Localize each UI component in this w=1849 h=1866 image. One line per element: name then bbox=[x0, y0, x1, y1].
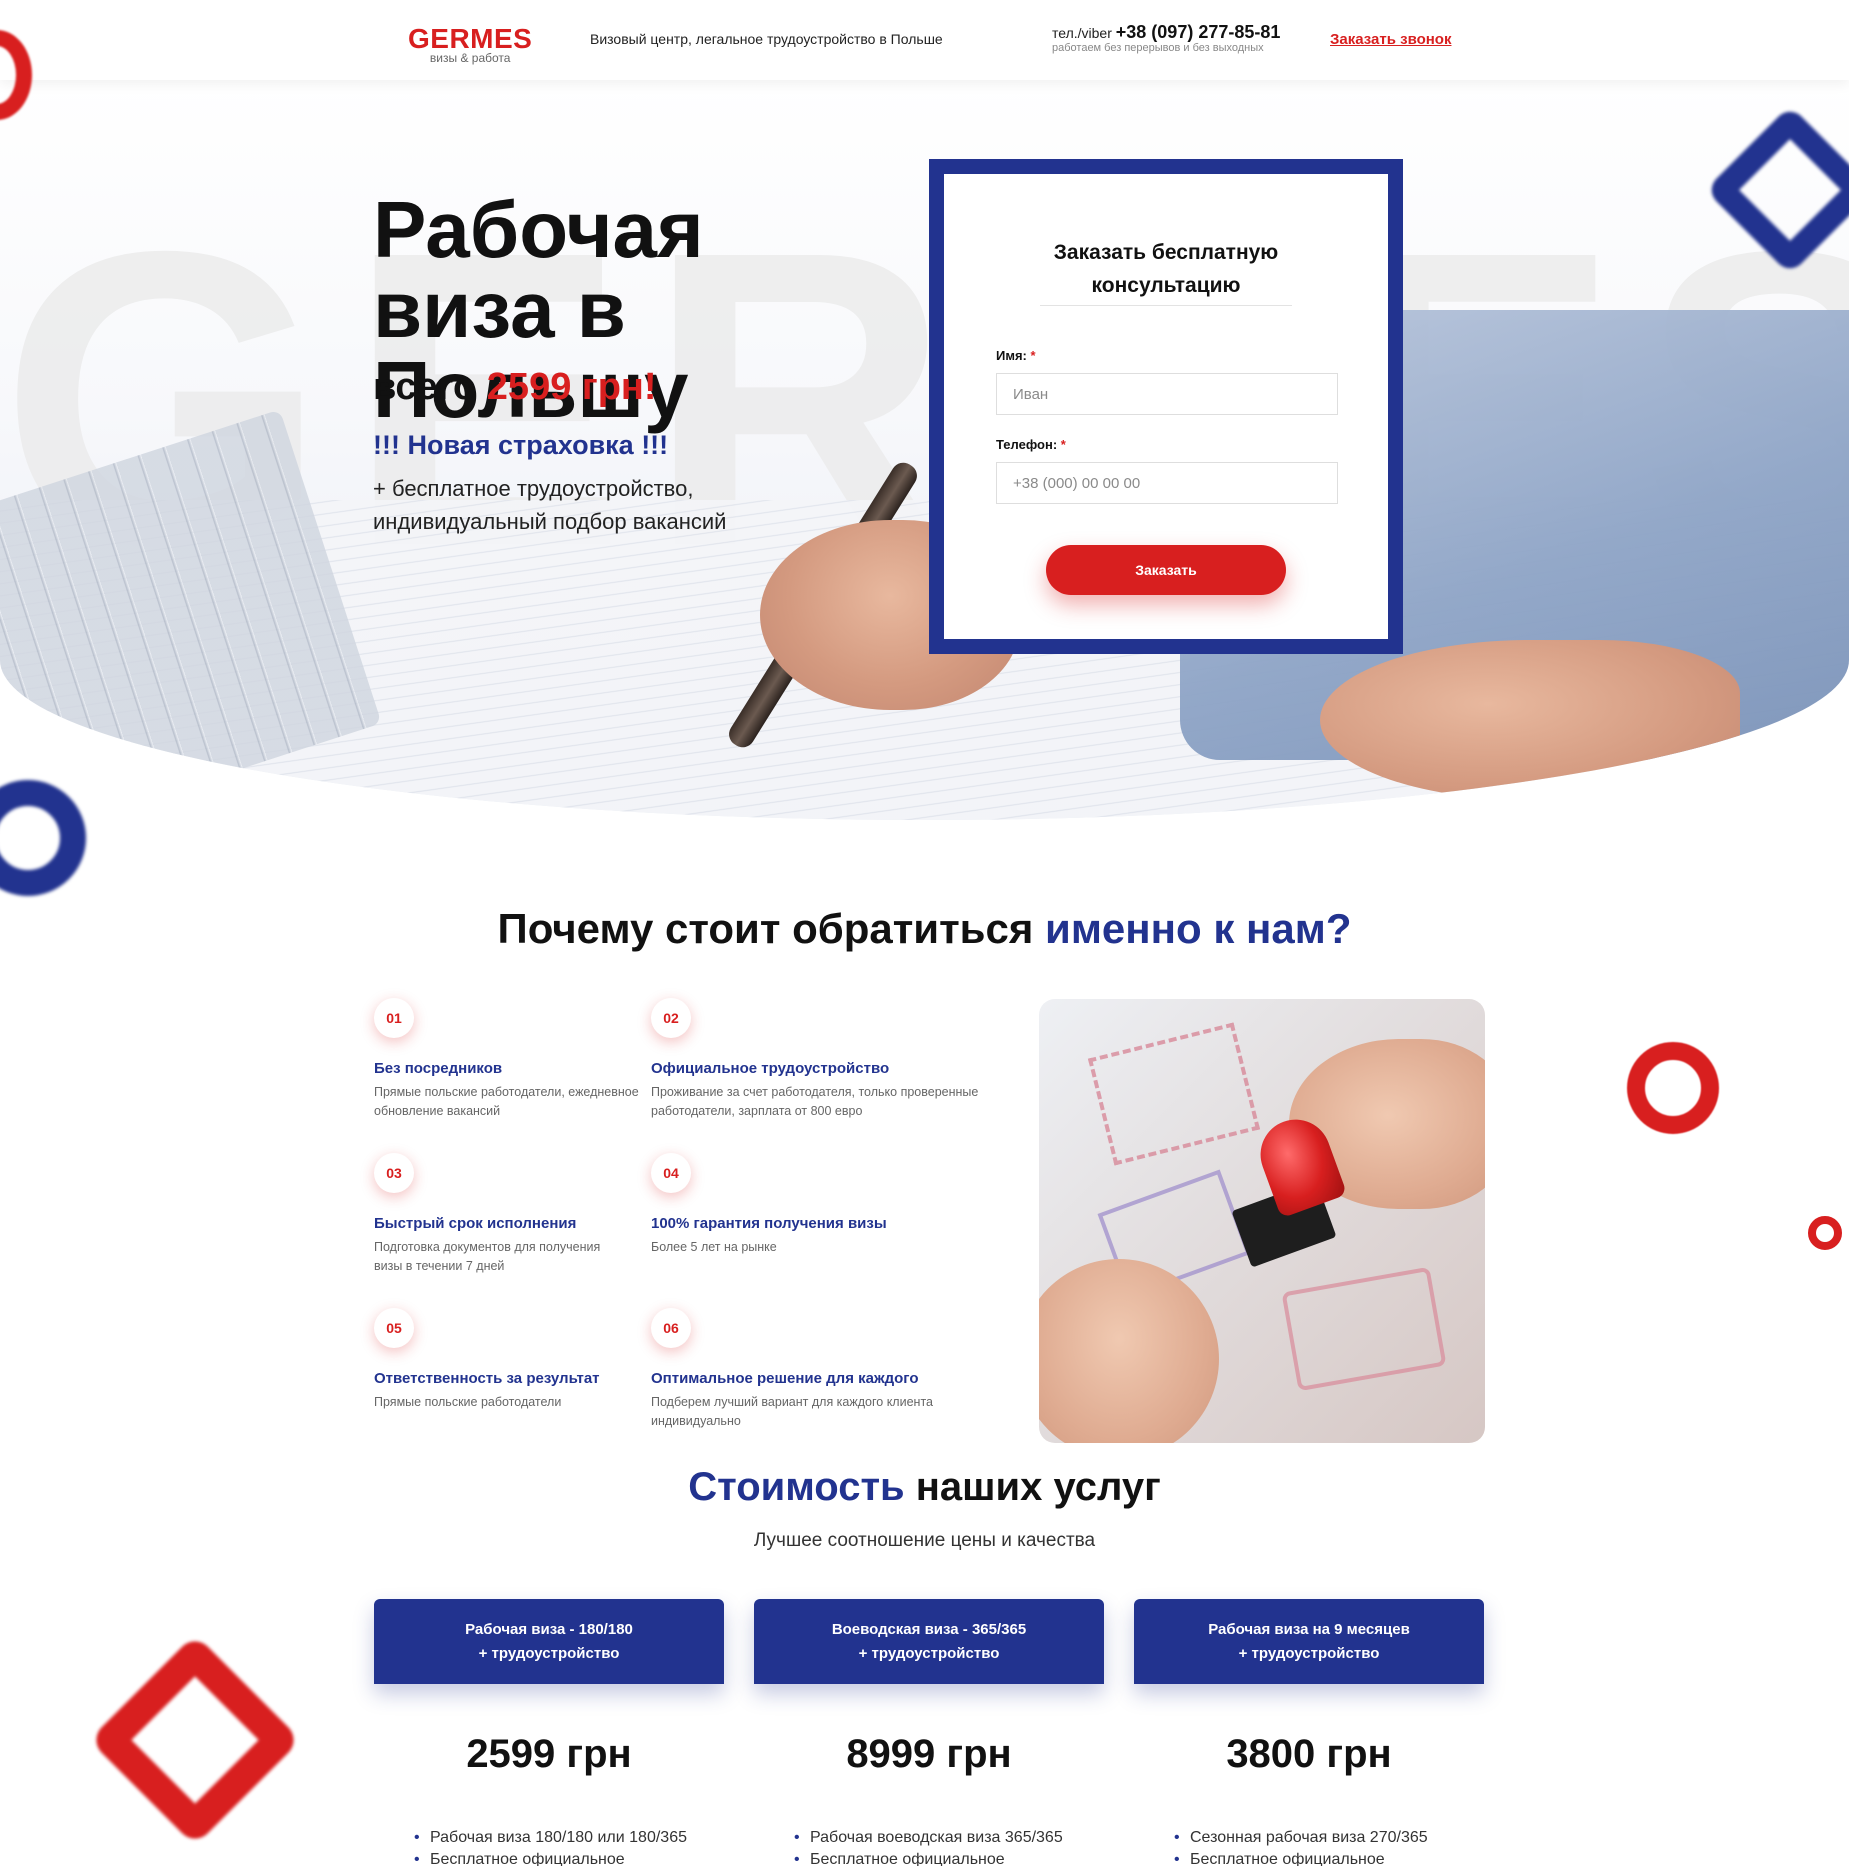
hero-price-prefix: всего bbox=[373, 366, 477, 408]
phone-label: Телефон: * bbox=[996, 437, 1066, 452]
feature-number: 06 bbox=[651, 1308, 691, 1348]
visa-stamp bbox=[1281, 1266, 1447, 1392]
price-card-title: Рабочая виза на 9 месяцев bbox=[1208, 1620, 1410, 1638]
why-title-start: Почему стоит обратиться bbox=[497, 905, 1034, 952]
feature-title: Официальное трудоустройство bbox=[651, 1060, 890, 1077]
feature-item: 06 Оптимальное решение для каждого Подбе… bbox=[651, 1308, 941, 1431]
price-feature: Рабочая виза 180/180 или 180/365 bbox=[414, 1827, 724, 1849]
required-mark: * bbox=[1060, 437, 1066, 452]
feature-description: Прямые польские работодатели bbox=[374, 1395, 562, 1409]
hero-description: + бесплатное трудоустройство, индивидуал… bbox=[373, 476, 727, 534]
feature-title: 100% гарантия получения визы bbox=[651, 1215, 887, 1232]
price-card: Воеводская виза - 365/365 + трудоустройс… bbox=[754, 1599, 1104, 1866]
price-card-subtitle: + трудоустройство bbox=[478, 1644, 620, 1662]
feature-description: Подберем лучший вариант для каждого клие… bbox=[651, 1395, 933, 1428]
price-feature: Бесплатное официальное bbox=[414, 1849, 724, 1866]
form-title: Заказать бесплатную консультацию bbox=[1053, 241, 1279, 297]
why-section-title: Почему стоит обратиться именно к нам? bbox=[0, 905, 1849, 953]
price-card-title: Воеводская виза - 365/365 bbox=[831, 1620, 1027, 1638]
feature-number: 02 bbox=[651, 998, 691, 1038]
feature-number: 03 bbox=[374, 1153, 414, 1193]
phone-input[interactable] bbox=[996, 462, 1338, 504]
hero-price: всего 2599 грн! bbox=[373, 366, 657, 409]
name-input[interactable] bbox=[996, 373, 1338, 415]
visa-stamp bbox=[1087, 1022, 1261, 1166]
pricing-title-accent: Стоимость bbox=[688, 1465, 905, 1509]
feature-description: Более 5 лет на рынке bbox=[651, 1240, 777, 1254]
feature-item: 01 Без посредников Прямые польские работ… bbox=[374, 998, 664, 1121]
red-ring-decoration bbox=[1627, 1042, 1719, 1134]
feature-item: 04 100% гарантия получения визы Более 5 … bbox=[651, 1153, 941, 1257]
logo[interactable]: GERMES визы & работа bbox=[408, 23, 533, 65]
callback-link[interactable]: Заказать звонок bbox=[1330, 31, 1451, 48]
feature-title: Быстрый срок исполнения bbox=[374, 1215, 577, 1232]
price-card-title: Рабочая виза - 180/180 bbox=[465, 1620, 633, 1638]
price-feature: Сезонная рабочая виза 270/365 bbox=[1174, 1827, 1484, 1849]
submit-button[interactable]: Заказать bbox=[1046, 545, 1286, 595]
hand-image bbox=[1039, 1259, 1219, 1443]
red-square-decoration bbox=[88, 1633, 302, 1847]
logo-text: GERMES bbox=[408, 23, 533, 54]
price-amount: 3800 грн bbox=[1226, 1732, 1392, 1776]
price-amount: 8999 грн bbox=[846, 1732, 1012, 1776]
hero-price-value: 2599 грн! bbox=[486, 366, 657, 408]
price-feature: Рабочая воеводская виза 365/365 bbox=[794, 1827, 1104, 1849]
price-card-subtitle: + трудоустройство bbox=[1238, 1644, 1380, 1662]
consultation-form: Заказать бесплатную консультацию Имя: * … bbox=[929, 159, 1403, 654]
feature-title: Оптимальное решение для каждого bbox=[651, 1370, 919, 1387]
why-title-accent: именно к нам? bbox=[1045, 905, 1352, 952]
required-mark: * bbox=[1030, 348, 1036, 363]
feature-description: Прямые польские работодатели, ежедневное… bbox=[374, 1085, 639, 1118]
price-card: Рабочая виза - 180/180 + трудоустройство… bbox=[374, 1599, 724, 1866]
hero-photo-hand-right bbox=[1320, 640, 1740, 800]
working-hours: работаем без перерывов и без выходных bbox=[1052, 42, 1264, 54]
header-tagline: Визовый центр, легальное трудоустройство… bbox=[590, 31, 943, 47]
small-red-ring-decoration bbox=[1808, 1216, 1842, 1250]
pricing-title-rest: наших услуг bbox=[915, 1465, 1161, 1509]
hero-section: GERMES Рабочая виза в Польшу всего 2599 … bbox=[0, 80, 1849, 820]
price-features-list: Сезонная рабочая виза 270/365 Бесплатное… bbox=[1134, 1827, 1484, 1866]
price-feature: Бесплатное официальное bbox=[794, 1849, 1104, 1866]
contact-block: тел./viber +38 (097) 277-85-81 работаем … bbox=[1052, 22, 1280, 54]
price-card-header: Рабочая виза на 9 месяцев + трудоустройс… bbox=[1134, 1599, 1484, 1684]
feature-title: Без посредников bbox=[374, 1060, 503, 1077]
feature-item: 05 Ответственность за результат Прямые п… bbox=[374, 1308, 664, 1412]
price-feature: Бесплатное официальное bbox=[1174, 1849, 1484, 1866]
feature-number: 05 bbox=[374, 1308, 414, 1348]
price-amount: 2599 грн bbox=[466, 1732, 632, 1776]
price-card: Рабочая виза на 9 месяцев + трудоустройс… bbox=[1134, 1599, 1484, 1866]
name-label-text: Имя: bbox=[996, 348, 1027, 363]
feature-description: Подготовка документов для получения визы… bbox=[374, 1240, 601, 1273]
feature-title: Ответственность за результат bbox=[374, 1370, 600, 1387]
price-card-header: Рабочая виза - 180/180 + трудоустройство bbox=[374, 1599, 724, 1684]
hero-insurance: !!! Новая страховка !!! bbox=[373, 430, 669, 460]
pricing-section-title: Стоимость наших услуг bbox=[0, 1465, 1849, 1510]
price-features-list: Рабочая воеводская виза 365/365 Бесплатн… bbox=[754, 1827, 1104, 1866]
site-header: GERMES визы & работа Визовый центр, лега… bbox=[0, 0, 1849, 80]
price-card-header: Воеводская виза - 365/365 + трудоустройс… bbox=[754, 1599, 1104, 1684]
feature-number: 04 bbox=[651, 1153, 691, 1193]
form-divider bbox=[1040, 305, 1292, 306]
phone-label-text: Телефон: bbox=[996, 437, 1058, 452]
phone-prefix: тел./viber bbox=[1052, 25, 1112, 41]
phone-line: тел./viber +38 (097) 277-85-81 bbox=[1052, 22, 1280, 43]
passport-stamp-image bbox=[1039, 999, 1485, 1443]
feature-item: 03 Быстрый срок исполнения Подготовка до… bbox=[374, 1153, 664, 1276]
feature-item: 02 Официальное трудоустройство Проживани… bbox=[651, 998, 978, 1121]
feature-description: Проживание за счет работодателя, только … bbox=[651, 1085, 979, 1118]
feature-number: 01 bbox=[374, 998, 414, 1038]
name-label: Имя: * bbox=[996, 348, 1036, 363]
phone-number[interactable]: +38 (097) 277-85-81 bbox=[1116, 22, 1281, 42]
price-features-list: Рабочая виза 180/180 или 180/365 Бесплат… bbox=[374, 1827, 724, 1866]
pricing-subtitle: Лучшее соотношение цены и качества bbox=[753, 1530, 1096, 1551]
price-card-subtitle: + трудоустройство bbox=[858, 1644, 1000, 1662]
